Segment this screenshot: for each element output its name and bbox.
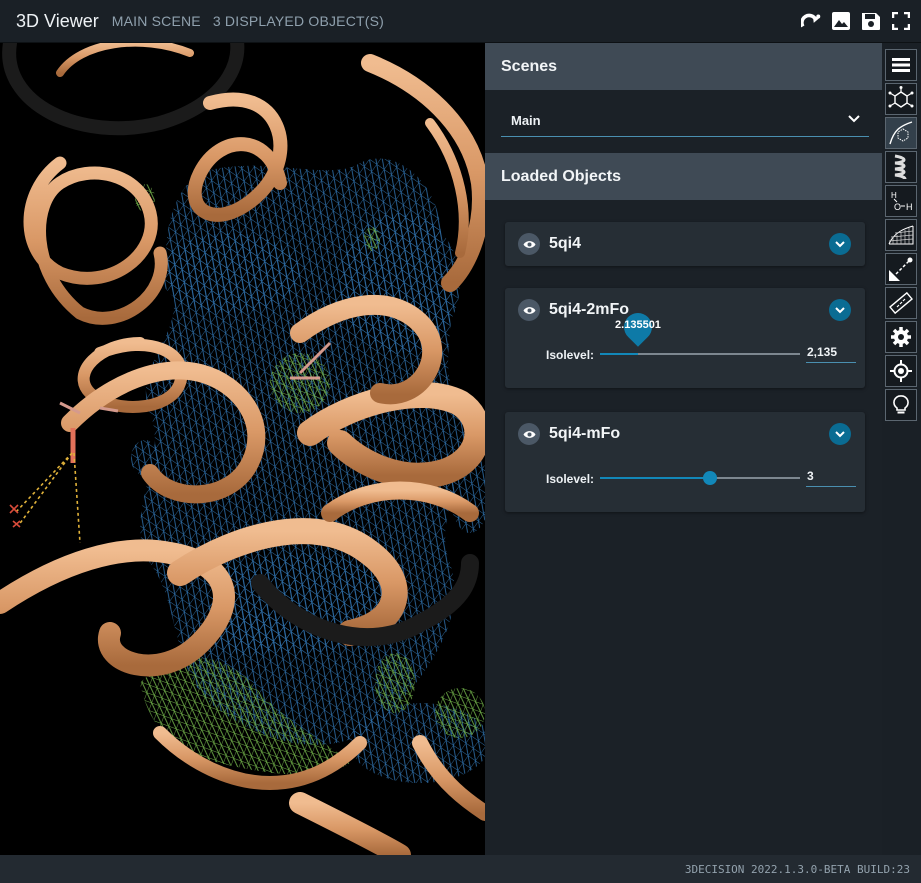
expand-button[interactable] [829, 299, 851, 321]
save-icon[interactable] [861, 10, 881, 32]
svg-text:O: O [894, 202, 901, 212]
displayed-objects-count: 3 DISPLAYED OBJECT(S) [212, 13, 385, 29]
scenes-header: Scenes [485, 43, 882, 90]
isolevel-input[interactable]: 3 [806, 462, 856, 487]
fullscreen-icon[interactable] [891, 10, 911, 32]
chevron-down-icon [848, 115, 860, 123]
isolevel-label: Isolevel: [546, 472, 595, 486]
chevron-down-icon [835, 241, 845, 248]
isolevel-input[interactable]: 2,135 [806, 338, 856, 363]
tool-strip: HOH [882, 43, 921, 855]
lightbulb-icon[interactable] [885, 389, 917, 421]
object-row: 5qi4-mFo [505, 412, 865, 456]
menu-icon[interactable] [885, 49, 917, 81]
slider-thumb[interactable] [703, 471, 717, 485]
isolevel-slider[interactable] [600, 471, 800, 485]
svg-text:H: H [906, 202, 913, 212]
object-card: 5qi4 [505, 222, 865, 266]
rotate-icon[interactable] [801, 10, 821, 32]
image-icon[interactable] [831, 10, 851, 32]
status-footer: 3DECISION 2022.1.3.0-BETA BUILD:23 [0, 855, 921, 883]
object-row: 5qi4-2mFo [505, 288, 865, 332]
structure-render [0, 43, 485, 855]
expand-button[interactable] [829, 423, 851, 445]
expand-button[interactable] [829, 233, 851, 255]
chevron-down-icon [835, 431, 845, 438]
scenes-title: Scenes [501, 57, 558, 75]
molecule-viewport[interactable] [0, 43, 485, 855]
svg-text:H: H [891, 191, 897, 200]
header-bar: 3D Viewer MAIN SCENE 3 DISPLAYED OBJECT(… [0, 0, 921, 43]
scene-breadcrumb[interactable]: MAIN SCENE [112, 13, 201, 29]
app-window: 3D Viewer MAIN SCENE 3 DISPLAYED OBJECT(… [0, 0, 921, 883]
scene-dropdown[interactable]: Main [501, 104, 869, 137]
header-actions [801, 10, 911, 32]
app-title: 3D Viewer [16, 10, 99, 31]
helix-icon[interactable] [885, 151, 917, 183]
slider-fill [600, 477, 710, 479]
object-name: 5qi4-2mFo [549, 301, 630, 318]
chevron-down-icon [835, 307, 845, 314]
side-panel: Scenes Main Loaded Objects 5qi4 5qi4-2mF… [485, 43, 882, 855]
hydrogen-icon[interactable]: HOH [885, 185, 917, 217]
eye-icon[interactable] [518, 233, 540, 255]
settings-icon[interactable] [885, 321, 917, 353]
slider-fill [600, 353, 638, 355]
molecule-icon[interactable] [885, 83, 917, 115]
distance-icon[interactable] [885, 253, 917, 285]
object-card: 5qi4-mFo Isolevel: 3 [505, 412, 865, 512]
isolevel-label: Isolevel: [546, 348, 595, 362]
surface-icon[interactable] [885, 219, 917, 251]
slider-tooltip-value: 2.135501 [615, 319, 661, 331]
object-card: 5qi4-2mFo Isolevel: 2.135501 2,135 [505, 288, 865, 388]
ruler-icon[interactable] [885, 287, 917, 319]
eye-icon[interactable] [518, 423, 540, 445]
eye-icon[interactable] [518, 299, 540, 321]
scene-dropdown-value: Main [511, 112, 541, 128]
ligand-icon[interactable] [885, 117, 917, 149]
object-name: 5qi4-mFo [549, 425, 621, 442]
object-name: 5qi4 [549, 235, 582, 252]
loaded-objects-header: Loaded Objects [485, 153, 882, 200]
isolevel-row: Isolevel: 3 [505, 456, 865, 512]
isolevel-row: Isolevel: 2.135501 2,135 [505, 307, 865, 388]
target-icon[interactable] [885, 355, 917, 387]
build-version: 3DECISION 2022.1.3.0-BETA BUILD:23 [684, 862, 910, 876]
loaded-objects-title: Loaded Objects [501, 167, 622, 185]
isolevel-slider[interactable]: 2.135501 [600, 307, 800, 355]
object-row: 5qi4 [505, 222, 865, 266]
